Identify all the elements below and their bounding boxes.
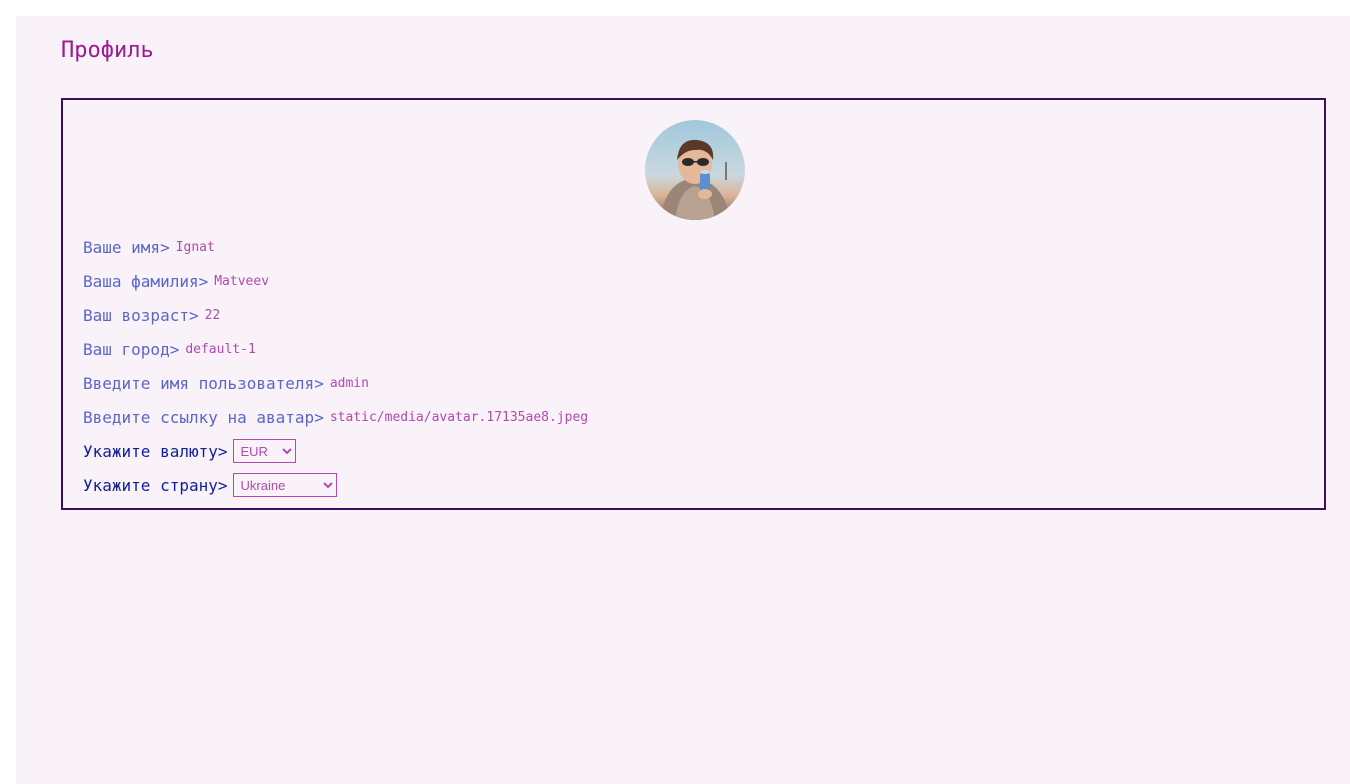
avatar-image: [645, 120, 745, 220]
avatar: [645, 120, 745, 220]
last-name-label: Ваша фамилия>: [83, 271, 209, 291]
age-value[interactable]: 22: [205, 308, 221, 323]
first-name-label: Ваше имя>: [83, 237, 170, 257]
age-label: Ваш возраст>: [83, 305, 199, 325]
field-last-name: Ваша фамилия> Matveev: [83, 264, 588, 298]
city-label: Ваш город>: [83, 339, 180, 359]
currency-select[interactable]: EUR: [232, 439, 296, 463]
field-username: Введите имя пользователя> admin: [83, 366, 588, 400]
username-value[interactable]: admin: [330, 376, 369, 391]
country-select[interactable]: Ukraine: [232, 473, 337, 497]
currency-label: Укажите валюту>: [83, 441, 228, 461]
field-avatar-url: Введите ссылку на аватар> static/media/a…: [83, 400, 588, 434]
profile-page: Профиль Ваше имя> Ignat Ваша фамилия> Ma…: [16, 16, 1350, 784]
first-name-value[interactable]: Ignat: [176, 240, 215, 255]
username-label: Введите имя пользователя>: [83, 373, 324, 393]
page-title: Профиль: [61, 38, 154, 63]
avatar-url-value[interactable]: static/media/avatar.17135ae8.jpeg: [330, 410, 588, 425]
profile-card: Ваше имя> Ignat Ваша фамилия> Matveev Ва…: [61, 98, 1326, 510]
field-age: Ваш возраст> 22: [83, 298, 588, 332]
profile-fields: Ваше имя> Ignat Ваша фамилия> Matveev Ва…: [83, 230, 588, 502]
last-name-value[interactable]: Matveev: [214, 274, 269, 289]
field-currency: Укажите валюту> EUR: [83, 434, 588, 468]
avatar-url-label: Введите ссылку на аватар>: [83, 407, 324, 427]
country-label: Укажите страну>: [83, 475, 228, 495]
field-first-name: Ваше имя> Ignat: [83, 230, 588, 264]
field-city: Ваш город> default-1: [83, 332, 588, 366]
city-value[interactable]: default-1: [185, 342, 255, 357]
field-country: Укажите страну> Ukraine: [83, 468, 588, 502]
